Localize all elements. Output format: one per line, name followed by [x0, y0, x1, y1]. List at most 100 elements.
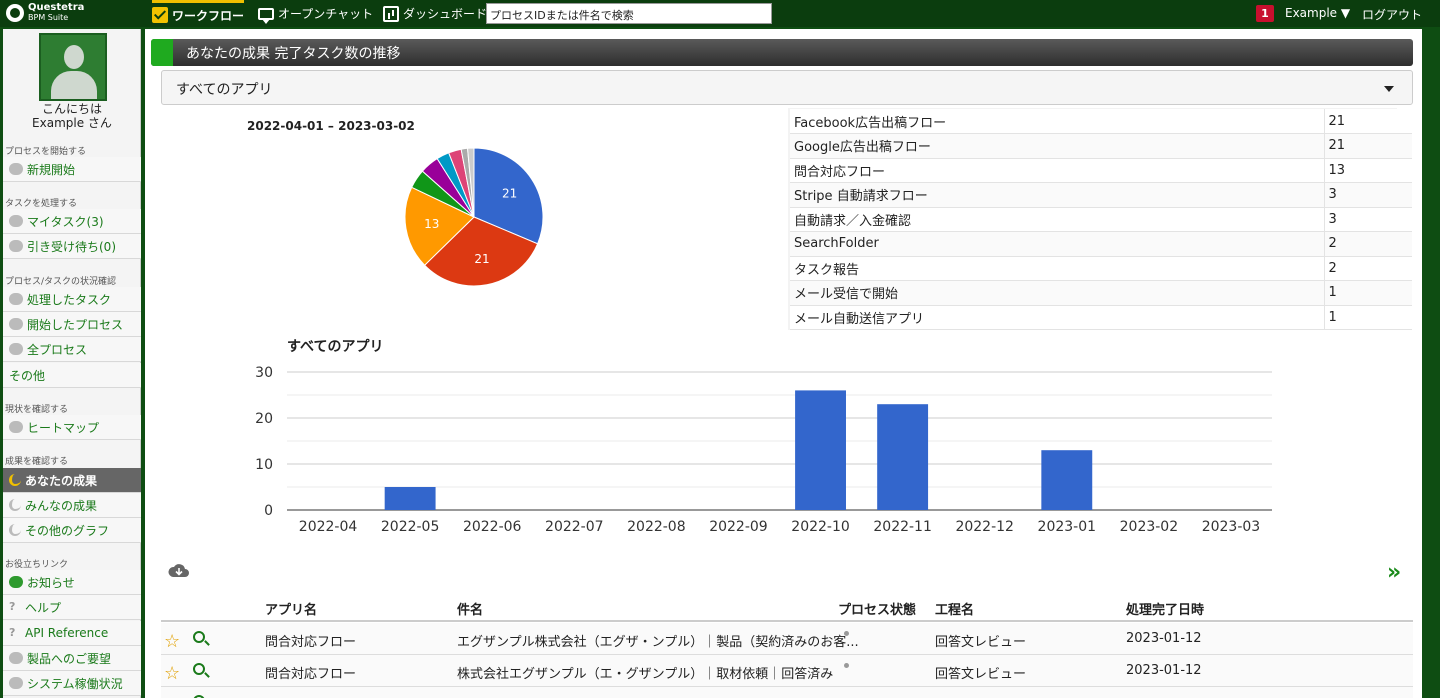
- app-select[interactable]: すべてのアプリ: [161, 70, 1413, 105]
- app-name-cell: Google広告出稿フロー: [790, 133, 1324, 159]
- app-count-cell: 1: [1323, 280, 1412, 306]
- sidebar-item-new-start[interactable]: 新規開始: [3, 157, 141, 182]
- header-app[interactable]: アプリ名: [265, 599, 317, 618]
- handled-task-icon: [9, 293, 23, 305]
- status-dot-icon: [844, 631, 849, 636]
- app-table-row: Google広告出稿フロー 21: [790, 133, 1412, 159]
- section-status: プロセス/タスクの状況確認: [5, 277, 117, 287]
- app-table-row: 自動請求／入金確認 3: [790, 207, 1412, 232]
- table-row-partial[interactable]: ☆: [161, 687, 1413, 698]
- next-page-icon[interactable]: »: [1387, 560, 1401, 585]
- header-state[interactable]: プロセス状態: [838, 599, 916, 618]
- app-count-cell: 3: [1323, 182, 1412, 208]
- app-count-cell: 13: [1323, 158, 1412, 183]
- bar[interactable]: [795, 390, 846, 510]
- sidebar-item-your-results[interactable]: あなたの成果: [3, 468, 141, 493]
- all-process-icon: [9, 343, 23, 355]
- sidebar-item-request[interactable]: 製品へのご要望: [3, 646, 141, 671]
- page-title-bar: あなたの成果 完了タスク数の推移: [151, 39, 1413, 66]
- table-row[interactable]: ☆ 問合対応フロー 株式会社エグザンプル（エ・グザンプル）｜取材依頼｜回答済み …: [161, 655, 1413, 687]
- sidebar-item-my-tasks[interactable]: マイタスク(3): [3, 209, 141, 234]
- nav-open-chat[interactable]: オープンチャット: [258, 0, 373, 27]
- bar-chart: すべてのアプリ 0 10 20 30 2022-04 2022-05 2022-06 2022-…: [255, 339, 1272, 535]
- app-count-cell: 2: [1323, 231, 1412, 257]
- notification-badge[interactable]: 1: [1256, 5, 1274, 22]
- bar-chart-icon: [9, 474, 21, 486]
- logo-sub: BPM Suite: [28, 13, 69, 22]
- nav-workflow[interactable]: ワークフロー: [152, 0, 245, 27]
- app-count-cell: 3: [1323, 207, 1412, 232]
- x-tick-label: 2023-02: [1120, 519, 1179, 535]
- logo[interactable]: Questetra BPM Suite: [6, 3, 84, 23]
- sidebar-item-offered[interactable]: 引き受け待ち(0): [3, 234, 141, 259]
- dashboard-icon: [383, 5, 399, 22]
- section-start: プロセスを開始する: [5, 147, 87, 157]
- app-name-cell: Facebook広告出稿フロー: [790, 109, 1324, 134]
- header-subject[interactable]: 件名: [457, 599, 483, 618]
- star-icon[interactable]: ☆: [164, 631, 180, 652]
- sidebar-item-news[interactable]: お知らせ: [3, 570, 141, 595]
- pie-data-label: 21: [474, 252, 489, 266]
- heatmap-icon: [9, 421, 23, 433]
- search-input[interactable]: プロセスIDまたは件名で検索: [486, 3, 772, 24]
- chart-panel: 2022-04-01 – 2023-03-02 21 21 13 Facebook広…: [161, 108, 1412, 555]
- pie-data-label: 21: [502, 186, 517, 200]
- sidebar-item-started[interactable]: 開始したプロセス: [3, 312, 141, 337]
- sidebar-item-help[interactable]: ヘルプ: [3, 595, 141, 620]
- app-table-row: メール自動送信アプリ 1: [790, 305, 1412, 330]
- sidebar: こんにちは Example さん プロセスを開始する 新規開始 タスクを処理する…: [3, 29, 141, 698]
- section-links: お役立ちリンク: [5, 560, 69, 570]
- sidebar-item-other[interactable]: その他: [3, 363, 141, 388]
- nav-dashboard[interactable]: ダッシュボード: [383, 0, 487, 27]
- help-icon: [9, 627, 21, 639]
- section-results: 成果を確認する: [5, 457, 69, 467]
- header-done[interactable]: 処理完了日時: [1126, 599, 1204, 618]
- bar-chart-title: すべてのアプリ: [287, 339, 383, 355]
- logout-link[interactable]: ログアウト: [1362, 6, 1422, 23]
- status-check-icon: [9, 677, 23, 689]
- logo-name: Questetra: [28, 2, 85, 13]
- list-header: アプリ名 件名 プロセス状態 工程名 処理完了日時: [161, 591, 1413, 622]
- x-tick-label: 2023-03: [1202, 519, 1261, 535]
- star-icon[interactable]: ☆: [164, 663, 180, 684]
- search-icon[interactable]: [193, 631, 205, 643]
- bar[interactable]: [1041, 450, 1093, 510]
- y-tick-label: 20: [255, 411, 273, 427]
- questetra-logo-icon: [6, 4, 24, 22]
- task-icon: [9, 215, 23, 227]
- sidebar-item-handled[interactable]: 処理したタスク: [3, 287, 141, 312]
- app-table-row: 問合対応フロー 13: [790, 158, 1412, 183]
- pie-chart: 21 21 13: [404, 147, 544, 287]
- table-row[interactable]: ☆ 問合対応フロー エグザンプル株式会社（エグザ・ンプル）｜製品（契約済みのお客…: [161, 623, 1413, 655]
- pie-chart-card: 2022-04-01 – 2023-03-02 21 21 13: [161, 108, 788, 330]
- x-tick-label: 2022-08: [627, 519, 686, 535]
- section-process: タスクを処理する: [5, 199, 78, 209]
- x-tick-label: 2022-10: [791, 519, 850, 535]
- bar[interactable]: [877, 404, 929, 510]
- sidebar-item-all-process[interactable]: 全プロセス: [3, 337, 141, 362]
- top-bar: Questetra BPM Suite ワークフロー オープンチャット ダッシュ…: [0, 0, 1440, 27]
- started-process-icon: [9, 318, 23, 330]
- cloud-download-icon[interactable]: [168, 564, 190, 578]
- bar-chart-card: すべてのアプリ 0 10 20 30 2022-04 2022-05 2022-06 2022-…: [161, 330, 1397, 555]
- section-current: 現状を確認する: [5, 405, 69, 415]
- main-content: あなたの成果 完了タスク数の推移 すべてのアプリ 2022-04-01 – 20…: [145, 29, 1422, 698]
- sidebar-item-api-reference[interactable]: API Reference: [3, 621, 141, 646]
- app-table-row: タスク報告 2: [790, 256, 1412, 281]
- bar[interactable]: [384, 487, 436, 510]
- sidebar-item-heatmap[interactable]: ヒートマップ: [3, 415, 141, 440]
- share-icon: [9, 240, 23, 252]
- header-step[interactable]: 工程名: [935, 599, 974, 618]
- search-icon[interactable]: [193, 663, 205, 675]
- page-title: あなたの成果 完了タスク数の推移: [186, 45, 401, 62]
- bar-chart-icon: [9, 499, 21, 511]
- y-tick-label: 10: [255, 457, 273, 473]
- app-name-cell: SearchFolder: [790, 231, 1324, 257]
- sidebar-item-other-graphs[interactable]: その他のグラフ: [3, 518, 141, 543]
- x-tick-label: 2022-12: [955, 519, 1014, 535]
- user-menu[interactable]: Example ▼: [1285, 6, 1350, 20]
- pie-data-label: 13: [424, 217, 439, 231]
- sidebar-item-everyone-results[interactable]: みんなの成果: [3, 493, 141, 518]
- sidebar-item-system-status[interactable]: システム稼働状況: [3, 671, 141, 696]
- x-tick-label: 2023-01: [1038, 519, 1097, 535]
